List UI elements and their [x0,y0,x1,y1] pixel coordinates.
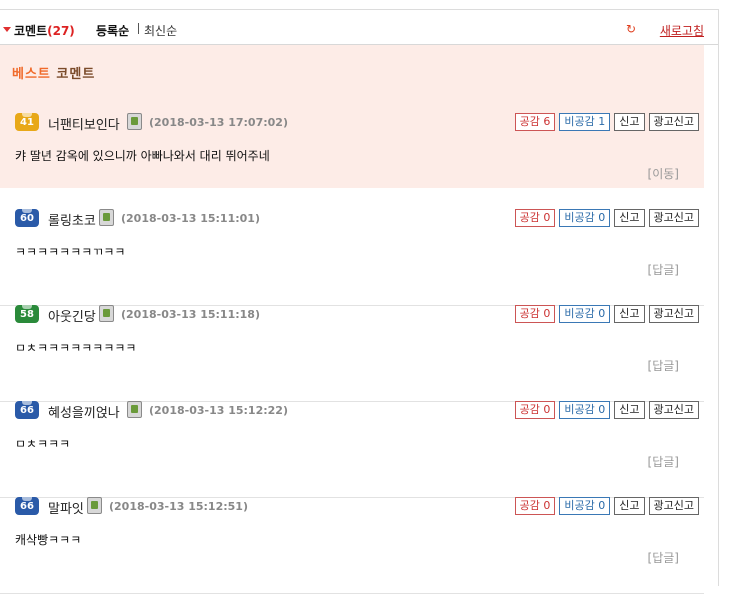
mobile-phone-icon [87,497,102,514]
mobile-phone-icon [99,209,114,226]
ad-report-button[interactable]: 광고신고 [648,305,699,323]
comment-sub-link[interactable]: [답글] [648,261,679,278]
mobile-phone-icon [127,401,142,418]
comment-body: ㅁㅊㅋㅋㅋ [15,437,71,451]
comment-nickname[interactable]: 혜성을끼얹나 [48,402,120,421]
agree-button[interactable]: 공감 6 [514,113,556,131]
agree-button[interactable]: 공감 0 [514,497,556,515]
comment-nickname[interactable]: 아웃긴당 [48,306,96,325]
comment-item: 60 롤링초코 (2018-03-13 15:11:01) 공감 0 비공감 0… [0,209,704,306]
sort-latest[interactable]: 최신순 [144,22,177,39]
comment-item: 66 말파잇 (2018-03-13 15:12:51) 공감 0 비공감 0 … [0,497,704,594]
level-badge-icon: 58 [15,305,39,323]
ad-report-button[interactable]: 광고신고 [648,113,699,131]
comment-header: 코멘트(27) 등록순 최신순 ↻ 새로고침 [0,10,718,45]
comment-body: ㅁㅊㅋㅋㅋㅋㅋㅋㅋㅋㅋ [15,341,137,355]
mobile-phone-icon [99,305,114,322]
mobile-phone-icon [127,113,142,130]
comment-actions: 공감 6 비공감 1 신고 광고신고 [514,113,699,131]
level-badge-icon: 60 [15,209,39,227]
level-badge-icon: 41 [15,113,39,131]
disagree-button[interactable]: 비공감 0 [559,209,611,227]
agree-button[interactable]: 공감 0 [514,401,556,419]
comment-sub-link[interactable]: [답글] [648,549,679,566]
comment-date: (2018-03-13 15:12:22) [149,404,288,417]
report-button[interactable]: 신고 [614,113,645,131]
collapse-triangle-icon[interactable] [3,27,11,32]
comment-sub-link[interactable]: [답글] [648,453,679,470]
comment-actions: 공감 0 비공감 0 신고 광고신고 [514,209,699,227]
comment-item: 58 아웃긴당 (2018-03-13 15:11:18) 공감 0 비공감 0… [0,305,704,402]
best-comment-title: 베스트 코멘트 [12,63,95,82]
report-button[interactable]: 신고 [614,497,645,515]
best-title-part1: 베스트 [12,67,51,82]
agree-button[interactable]: 공감 0 [514,209,556,227]
scrollbar-track[interactable] [704,45,718,188]
comment-date: (2018-03-13 15:11:01) [121,212,260,225]
level-badge-icon: 66 [15,497,39,515]
ad-report-button[interactable]: 광고신고 [648,401,699,419]
comment-date: (2018-03-13 17:07:02) [149,116,288,129]
report-button[interactable]: 신고 [614,305,645,323]
comment-nickname[interactable]: 너팬티보인다 [48,114,120,133]
comment-actions: 공감 0 비공감 0 신고 광고신고 [514,401,699,419]
comment-body: 캬 딸년 감옥에 있으니까 아빠나와서 대리 뛰어주네 [15,149,270,163]
ad-report-button[interactable]: 광고신고 [648,209,699,227]
comment-nickname[interactable]: 롤링초코 [48,210,96,229]
comment-date: (2018-03-13 15:11:18) [121,308,260,321]
comment-count: (27) [47,24,75,38]
disagree-button[interactable]: 비공감 1 [559,113,611,131]
report-button[interactable]: 신고 [614,401,645,419]
comment-sub-link[interactable]: [답글] [648,357,679,374]
comment-item: 66 혜성을끼얹나 (2018-03-13 15:12:22) 공감 0 비공감… [0,401,704,498]
ad-report-button[interactable]: 광고신고 [648,497,699,515]
comment-date: (2018-03-13 15:12:51) [109,500,248,513]
sort-divider [138,23,139,34]
comment-title: 코멘트(27) [14,22,75,39]
agree-button[interactable]: 공감 0 [514,305,556,323]
report-button[interactable]: 신고 [614,209,645,227]
refresh-icon[interactable]: ↻ [626,22,636,36]
sort-registered[interactable]: 등록순 [96,22,129,39]
disagree-button[interactable]: 비공감 0 [559,497,611,515]
comment-actions: 공감 0 비공감 0 신고 광고신고 [514,305,699,323]
comment-nickname[interactable]: 말파잇 [48,498,84,517]
level-badge-icon: 66 [15,401,39,419]
comment-item: 41 너팬티보인다 (2018-03-13 17:07:02) 공감 6 비공감… [0,113,704,209]
best-title-part2: 코멘트 [56,67,96,82]
right-border [718,9,719,586]
comment-title-label: 코멘트 [14,24,48,38]
comment-body: ㅋㅋㅋㅋㅋㅋㅋㄲㅋㅋ [15,245,126,259]
comment-actions: 공감 0 비공감 0 신고 광고신고 [514,497,699,515]
comment-sub-link[interactable]: [이동] [648,165,679,182]
disagree-button[interactable]: 비공감 0 [559,401,611,419]
comment-body: 캐삭빵ㅋㅋㅋ [15,533,82,547]
disagree-button[interactable]: 비공감 0 [559,305,611,323]
refresh-link[interactable]: 새로고침 [660,22,704,39]
